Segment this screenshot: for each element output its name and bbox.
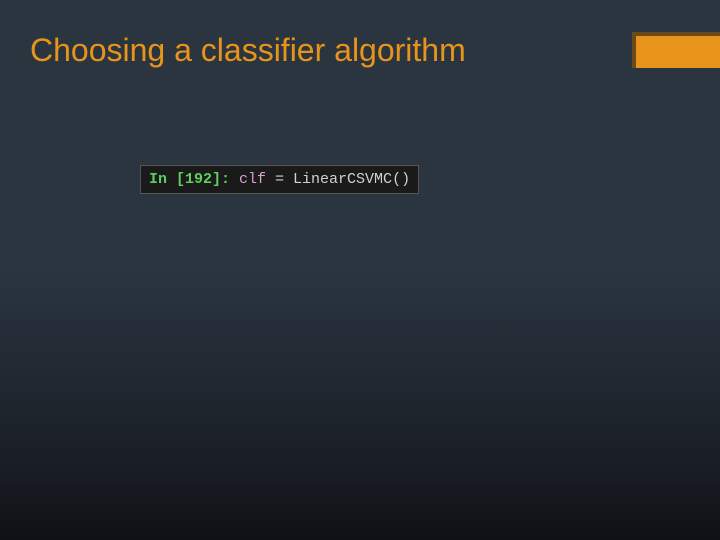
code-prompt: In [192]: xyxy=(149,171,239,188)
code-equals: = xyxy=(266,171,293,188)
slide-title: Choosing a classifier algorithm xyxy=(0,0,720,69)
code-call: LinearCSVMC() xyxy=(293,171,410,188)
code-snippet: In [192]: clf = LinearCSVMC() xyxy=(140,165,419,194)
code-variable: clf xyxy=(239,171,266,188)
accent-decoration xyxy=(632,32,720,68)
